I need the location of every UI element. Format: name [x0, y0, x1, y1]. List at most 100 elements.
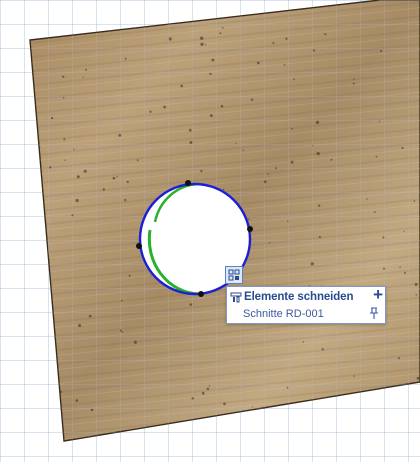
wood-speck	[263, 180, 267, 184]
wood-speck	[116, 175, 118, 178]
popup-item-schnitte[interactable]: Schnitte RD-001	[227, 305, 385, 322]
wood-speck	[382, 267, 386, 270]
wood-speck	[47, 416, 52, 420]
popup-title: Elemente schneiden	[244, 290, 354, 303]
wood-speck	[191, 397, 194, 400]
element-group-icon[interactable]	[225, 266, 243, 284]
wood-speck	[50, 116, 54, 120]
wood-speck	[189, 303, 193, 306]
wood-speck	[312, 49, 316, 52]
wood-speck	[93, 4, 97, 8]
wood-speck	[330, 158, 333, 161]
wood-speck	[133, 340, 137, 344]
wood-speck	[207, 428, 211, 433]
wood-speck	[62, 75, 65, 78]
wood-speck	[247, 218, 250, 221]
wood-speck	[250, 98, 254, 102]
wood-speck	[121, 331, 124, 333]
wood-speck	[32, 336, 35, 339]
hotspot-right	[247, 226, 253, 232]
wood-speck	[373, 211, 376, 213]
wood-speck	[413, 200, 416, 202]
wood-speck	[64, 159, 66, 161]
wood-speck	[293, 78, 295, 81]
wood-speck	[378, 120, 381, 123]
wood-speck	[256, 61, 260, 65]
wood-speck	[71, 214, 74, 217]
wood-speck	[406, 411, 410, 415]
wood-speck	[78, 323, 82, 328]
wood-speck	[414, 282, 418, 287]
wood-speck	[209, 72, 212, 76]
wood-speck	[401, 146, 404, 150]
wood-speck	[63, 138, 66, 141]
wood-speck	[267, 173, 269, 175]
wood-speck	[149, 110, 152, 113]
wood-speck	[416, 376, 420, 380]
wood-speck	[83, 169, 87, 173]
wood-speck	[316, 151, 320, 156]
wood-speck	[382, 236, 385, 239]
wood-speck	[112, 176, 116, 180]
wood-speck	[352, 82, 355, 85]
cut-elements-popup: Elemente schneiden + Schnitte RD-001	[226, 286, 386, 324]
wood-speck	[310, 262, 314, 266]
wood-speck	[35, 349, 38, 352]
wood-speck	[286, 386, 289, 389]
wood-speck	[102, 188, 106, 191]
hotspot-top	[185, 180, 191, 186]
wood-speck	[200, 42, 204, 46]
popup-header[interactable]: Elemente schneiden +	[227, 286, 385, 305]
wood-speck	[124, 198, 127, 202]
hotspot-left	[136, 243, 142, 249]
wood-speck	[124, 26, 127, 29]
wood-speck	[30, 276, 33, 279]
plus-icon[interactable]: +	[373, 286, 383, 303]
wood-speck	[374, 421, 377, 424]
wood-speck	[353, 78, 355, 80]
wood-speck	[90, 408, 94, 412]
wood-speck	[118, 133, 122, 137]
wood-speck	[366, 198, 368, 200]
wood-speck	[399, 266, 401, 268]
wood-speck	[188, 128, 192, 132]
wood-speck	[220, 104, 224, 108]
wood-speck	[204, 44, 207, 46]
wood-speck	[283, 63, 286, 66]
canvas-viewport[interactable]: Elemente schneiden + Schnitte RD-001	[0, 0, 420, 462]
wood-speck	[211, 58, 215, 62]
wood-speck	[318, 235, 321, 239]
cut-elements-icon	[230, 292, 242, 302]
wood-speck	[180, 84, 184, 88]
wood-speck	[208, 385, 211, 387]
wood-speck	[206, 387, 210, 391]
wood-speck	[201, 391, 205, 395]
wood-speck	[49, 166, 52, 169]
wood-speck	[289, 426, 294, 430]
wood-speck	[139, 3, 142, 7]
wood-speck	[321, 348, 324, 351]
wood-speck	[397, 357, 400, 360]
element-group-glyph	[228, 269, 240, 281]
wood-speck	[290, 160, 294, 164]
wood-speck	[200, 36, 204, 40]
pin-icon[interactable]	[368, 307, 380, 320]
wood-speck	[163, 433, 167, 437]
wood-speck	[136, 159, 139, 162]
wood-speck	[287, 220, 289, 222]
wood-speck	[189, 141, 193, 144]
wood-speck	[335, 406, 339, 409]
wood-speck	[88, 314, 92, 318]
wood-speck	[403, 230, 405, 233]
wood-speck	[268, 242, 271, 244]
wood-speck	[404, 272, 406, 274]
wood-speck	[209, 114, 213, 118]
wood-speck	[73, 148, 75, 151]
wood-speck	[222, 188, 225, 191]
wood-speck	[221, 26, 224, 29]
wood-speck	[124, 57, 127, 60]
wood-speck	[375, 155, 378, 158]
wood-speck	[353, 375, 355, 377]
wood-speck	[76, 175, 80, 179]
wood-speck	[223, 402, 226, 406]
